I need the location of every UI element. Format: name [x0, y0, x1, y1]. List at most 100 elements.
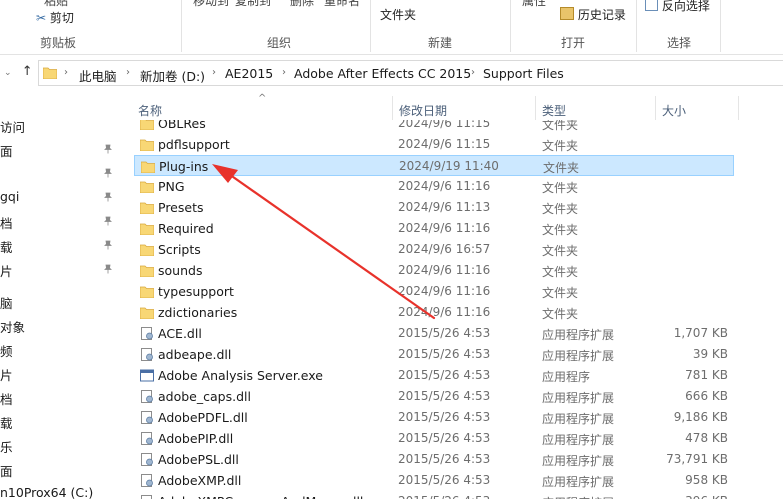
breadcrumb-support-files[interactable]: Support Files — [483, 66, 564, 81]
file-date: 2015/5/26 4:53 — [398, 494, 490, 499]
nav-item-videos[interactable]: 频 — [0, 341, 13, 360]
copy-to-button[interactable]: 复制到 — [235, 0, 271, 9]
breadcrumb-drive[interactable]: 新加卷 (D:) — [140, 66, 205, 85]
file-type: 文件夹 — [542, 139, 579, 153]
pin-icon[interactable] — [103, 192, 113, 202]
breadcrumb-after-effects[interactable]: Adobe After Effects CC 2015 — [294, 66, 471, 81]
up-arrow-icon[interactable]: ↑ — [22, 64, 33, 79]
properties-button[interactable]: 属性 — [522, 0, 546, 9]
file-row[interactable]: ACE.dll 2015/5/26 4:53 应用程序扩展 1,707 KB — [134, 323, 734, 344]
file-name: AdobePIP.dll — [158, 431, 234, 446]
file-row[interactable]: AdobePIP.dll 2015/5/26 4:53 应用程序扩展 478 KB — [134, 428, 734, 449]
ribbon-paste-label[interactable]: 粘贴 — [44, 0, 68, 9]
breadcrumb-separator-icon[interactable]: › — [64, 67, 68, 78]
file-row[interactable]: Adobe Analysis Server.exe 2015/5/26 4:53 应… — [134, 365, 734, 386]
column-header-size[interactable]: 大小 — [662, 102, 686, 119]
file-name: PNG — [158, 179, 185, 194]
file-name: zdictionaries — [158, 305, 238, 320]
file-date: 2015/5/26 4:53 — [398, 347, 491, 361]
exe-icon — [140, 369, 154, 382]
file-row[interactable]: pdflsupport 2024/9/6 11:15 文件夹 — [134, 134, 734, 155]
invert-selection-button[interactable]: 反向选择 — [645, 0, 710, 14]
pin-icon[interactable] — [103, 144, 113, 154]
file-row[interactable]: AdobePDFL.dll 2015/5/26 4:53 应用程序扩展 9,186 K… — [134, 407, 734, 428]
file-row[interactable]: adbeape.dll 2015/5/26 4:53 应用程序扩展 39 KB — [134, 344, 734, 365]
address-bar[interactable]: › 此电脑 › 新加卷 (D:) › AE2015 › Adobe After … — [38, 60, 783, 86]
file-row[interactable]: AdobeXMPCompareAndMerge.dll 2015/5/26 4:5… — [134, 491, 734, 499]
file-type: 文件夹 — [542, 120, 579, 132]
folder-icon — [139, 264, 155, 278]
column-header-date[interactable]: 修改日期 — [399, 102, 447, 119]
nav-item-pictures-pc[interactable]: 片 — [0, 365, 13, 384]
nav-item-downloads[interactable]: 载 — [0, 237, 13, 256]
nav-item-user[interactable]: gqi — [0, 189, 19, 204]
file-date: 2024/9/6 11:15 — [398, 120, 491, 130]
recent-locations-icon[interactable]: ⌄ — [4, 68, 12, 78]
file-row[interactable]: OBLRes 2024/9/6 11:15 文件夹 — [134, 120, 734, 134]
nav-item-drive-c[interactable]: n10Prox64 (C:) — [0, 485, 93, 499]
pin-icon[interactable] — [103, 168, 113, 178]
breadcrumb-separator-icon[interactable]: › — [126, 67, 130, 78]
file-name: Presets — [158, 200, 204, 215]
file-row[interactable]: typesupport 2024/9/6 11:16 文件夹 — [134, 281, 734, 302]
file-size: 958 KB — [685, 473, 728, 487]
file-type: 应用程序扩展 — [542, 412, 615, 426]
file-type: 应用程序扩展 — [542, 349, 615, 363]
file-name: Required — [158, 221, 214, 236]
cut-button[interactable]: ✂ 剪切 — [36, 9, 74, 26]
pin-icon[interactable] — [103, 216, 113, 226]
pin-icon[interactable] — [103, 264, 113, 274]
column-divider[interactable] — [738, 96, 739, 120]
breadcrumb-ae2015[interactable]: AE2015 — [225, 66, 273, 81]
nav-item-downloads-pc[interactable]: 载 — [0, 413, 13, 432]
nav-item-desktop[interactable]: 面 — [0, 141, 13, 160]
column-header-name[interactable]: 名称 — [138, 102, 162, 119]
file-date: 2024/9/6 11:16 — [398, 221, 491, 235]
column-divider[interactable] — [655, 96, 656, 120]
nav-item-documents-pc[interactable]: 档 — [0, 389, 13, 408]
breadcrumb-separator-icon[interactable]: › — [471, 67, 475, 78]
dll-icon — [140, 390, 154, 403]
nav-item-3d-objects[interactable]: 对象 — [0, 317, 25, 336]
nav-item-music[interactable]: 乐 — [0, 437, 13, 456]
file-row[interactable]: Presets 2024/9/6 11:13 文件夹 — [134, 197, 734, 218]
file-name: AdobePSL.dll — [158, 452, 239, 467]
file-row[interactable]: sounds 2024/9/6 11:16 文件夹 — [134, 260, 734, 281]
breadcrumb-separator-icon[interactable]: › — [212, 67, 216, 78]
file-row[interactable]: Plug-ins 2024/9/19 11:40 文件夹 — [134, 155, 734, 176]
history-button[interactable]: 历史记录 — [560, 6, 626, 23]
file-date: 2024/9/6 11:15 — [398, 137, 491, 151]
file-row[interactable]: AdobeXMP.dll 2015/5/26 4:53 应用程序扩展 958 KB — [134, 470, 734, 491]
file-row[interactable]: zdictionaries 2024/9/6 11:16 文件夹 — [134, 302, 734, 323]
group-new: 新建 — [428, 36, 453, 50]
breadcrumb-separator-icon[interactable]: › — [282, 67, 286, 78]
rename-button[interactable]: 重命名 — [324, 0, 360, 9]
file-row[interactable]: Scripts 2024/9/6 16:57 文件夹 — [134, 239, 734, 260]
file-name: pdflsupport — [158, 137, 230, 152]
breadcrumb-this-pc[interactable]: 此电脑 — [79, 66, 117, 85]
file-name: OBLRes — [158, 120, 206, 131]
nav-item-pictures[interactable]: 片 — [0, 261, 13, 280]
dll-icon — [140, 432, 154, 445]
file-row[interactable]: adobe_caps.dll 2015/5/26 4:53 应用程序扩展 666 KB — [134, 386, 734, 407]
file-row[interactable]: AdobePSL.dll 2015/5/26 4:53 应用程序扩展 73,791 K… — [134, 449, 734, 470]
file-type: 文件夹 — [543, 161, 580, 175]
file-row[interactable]: Required 2024/9/6 11:16 文件夹 — [134, 218, 734, 239]
file-type: 文件夹 — [542, 181, 579, 195]
file-name: ACE.dll — [158, 326, 202, 341]
pin-icon[interactable] — [103, 240, 113, 250]
file-row[interactable]: PNG 2024/9/6 11:16 文件夹 — [134, 176, 734, 197]
new-folder-button[interactable]: 文件夹 — [380, 6, 416, 23]
column-divider[interactable] — [535, 96, 536, 120]
move-to-button[interactable]: 移动到 — [193, 0, 229, 9]
nav-item-desktop-pc[interactable]: 面 — [0, 461, 13, 480]
file-type: 应用程序扩展 — [542, 433, 615, 447]
nav-item-documents[interactable]: 档 — [0, 213, 13, 232]
file-name: typesupport — [158, 284, 234, 299]
file-type: 文件夹 — [542, 265, 579, 279]
nav-item-this-pc[interactable]: 脑 — [0, 293, 13, 312]
column-divider[interactable] — [392, 96, 393, 120]
column-header-type[interactable]: 类型 — [542, 102, 566, 119]
file-size: 1,707 KB — [673, 326, 728, 340]
delete-button[interactable]: 删除 — [290, 0, 314, 9]
